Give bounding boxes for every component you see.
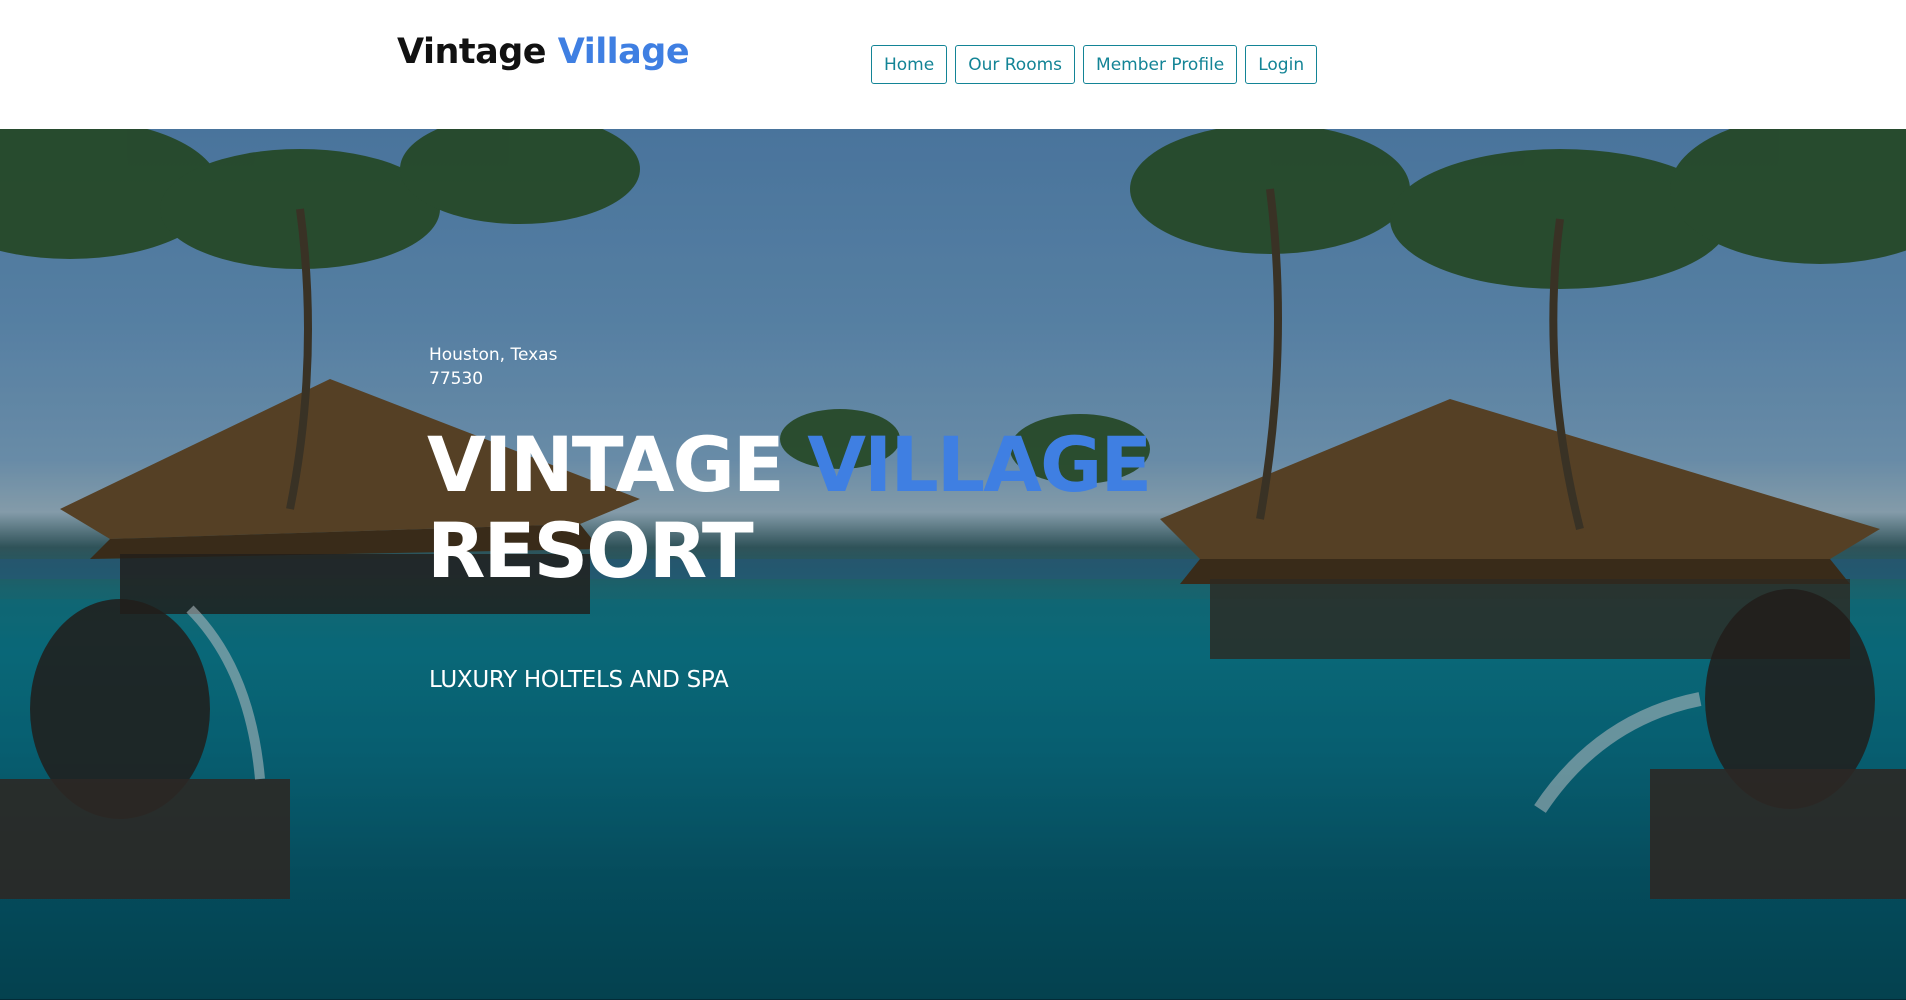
nav-home-button[interactable]: Home (871, 45, 948, 84)
nav-login-button[interactable]: Login (1245, 45, 1318, 84)
hero-title-part1: VINTAGE (427, 420, 785, 509)
main-nav: Home Our Rooms Member Profile Login (871, 45, 1318, 84)
nav-our-rooms-button[interactable]: Our Rooms (955, 45, 1076, 84)
hero-title: VINTAGE VILLAGE RESORT (427, 420, 1152, 595)
location-city: Houston, Texas (429, 345, 558, 365)
hero-title-part2: VILLAGE (807, 420, 1152, 509)
brand-name-part1: Vintage (397, 32, 547, 72)
hero-title-line2: RESORT (427, 506, 754, 595)
hero-location: Houston, Texas 77530 (429, 343, 557, 391)
brand-logo[interactable]: Vintage Village (397, 32, 690, 72)
hero-section: Houston, Texas 77530 VINTAGE VILLAGE RES… (0, 129, 1906, 1000)
location-zip: 77530 (429, 369, 484, 389)
nav-member-profile-button[interactable]: Member Profile (1083, 45, 1238, 84)
hero-tagline: LUXURY HOLTELS AND SPA (429, 667, 729, 693)
top-navigation-bar: Vintage Village Home Our Rooms Member Pr… (0, 0, 1906, 129)
brand-name-part2: Village (557, 32, 690, 72)
